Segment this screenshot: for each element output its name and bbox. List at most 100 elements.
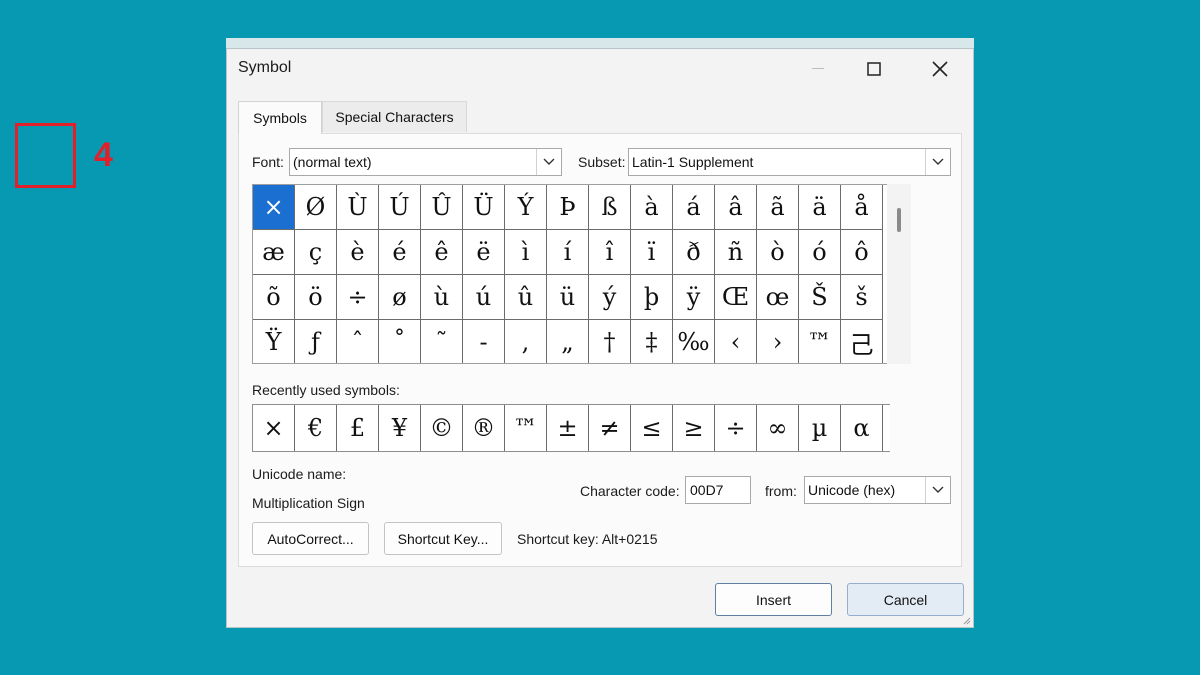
- resize-grip-icon[interactable]: [961, 615, 971, 625]
- recent-symbols: × € £ ¥ © ® ™ ± ≠ ≤ ≥ ÷ ∞ µ α: [252, 404, 890, 452]
- symbol-cell[interactable]: ˚: [379, 320, 421, 363]
- symbol-cell[interactable]: ß: [589, 185, 631, 230]
- symbol-cell[interactable]: Š: [799, 275, 841, 320]
- symbol-cell[interactable]: ×: [253, 185, 295, 230]
- character-code-label: Character code:: [580, 483, 680, 499]
- symbol-cell[interactable]: ñ: [715, 230, 757, 275]
- symbol-cell[interactable]: õ: [253, 275, 295, 320]
- symbol-cell[interactable]: å: [841, 185, 883, 230]
- symbol-cell[interactable]: „: [547, 320, 589, 363]
- tab-symbols[interactable]: Symbols: [238, 101, 322, 134]
- insert-button[interactable]: Insert: [715, 583, 832, 616]
- symbol-cell[interactable]: ‰: [673, 320, 715, 363]
- symbol-cell[interactable]: Ý: [505, 185, 547, 230]
- symbol-cell[interactable]: ƒ: [295, 320, 337, 363]
- symbol-dialog: Symbol Symbols Special Characters Font: …: [226, 48, 974, 628]
- subset-label: Subset:: [578, 154, 626, 170]
- recent-symbol-cell[interactable]: ∞: [757, 405, 799, 451]
- symbol-cell[interactable]: þ: [631, 275, 673, 320]
- symbol-cell[interactable]: Ÿ: [253, 320, 295, 363]
- symbol-cell[interactable]: ã: [757, 185, 799, 230]
- recent-symbol-cell[interactable]: α: [841, 405, 883, 451]
- symbol-cell[interactable]: ô: [841, 230, 883, 275]
- symbol-cell[interactable]: ê: [421, 230, 463, 275]
- recent-symbol-cell[interactable]: ™: [505, 405, 547, 451]
- symbol-cell[interactable]: à: [631, 185, 673, 230]
- symbol-cell[interactable]: ð: [673, 230, 715, 275]
- symbol-cell[interactable]: Ø: [295, 185, 337, 230]
- symbol-cell[interactable]: æ: [253, 230, 295, 275]
- symbol-cell[interactable]: ó: [799, 230, 841, 275]
- symbol-cell[interactable]: œ: [757, 275, 799, 320]
- symbol-cell[interactable]: è: [337, 230, 379, 275]
- symbol-cell[interactable]: ,: [505, 320, 547, 363]
- recent-symbol-cell[interactable]: ×: [253, 405, 295, 451]
- symbol-cell[interactable]: ï: [631, 230, 673, 275]
- symbol-cell[interactable]: ö: [295, 275, 337, 320]
- symbol-grid: × Ø Ù Ú Û Ü Ý Þß à á â ã ä å æ ç è é ê ë ì í î ï ð ñ ò ó ô õ ö ÷ ø ù ú û ü ý þ…: [252, 184, 887, 364]
- symbol-cell[interactable]: ç: [295, 230, 337, 275]
- symbol-cell[interactable]: í: [547, 230, 589, 275]
- symbol-cell[interactable]: Û: [421, 185, 463, 230]
- recent-symbol-cell[interactable]: ±: [547, 405, 589, 451]
- symbol-cell[interactable]: Ü: [463, 185, 505, 230]
- symbol-cell[interactable]: -: [463, 320, 505, 363]
- symbol-cell[interactable]: ù: [421, 275, 463, 320]
- symbol-cell[interactable]: ü: [547, 275, 589, 320]
- character-code-input[interactable]: 00D7: [685, 476, 751, 504]
- symbol-cell[interactable]: ø: [379, 275, 421, 320]
- cancel-button[interactable]: Cancel: [847, 583, 964, 616]
- tab-special-characters[interactable]: Special Characters: [322, 101, 467, 132]
- recent-symbol-cell[interactable]: ≤: [631, 405, 673, 451]
- chevron-down-icon: [536, 149, 561, 175]
- symbol-cell[interactable]: á: [673, 185, 715, 230]
- symbol-cell[interactable]: î: [589, 230, 631, 275]
- minimize-button[interactable]: [795, 52, 841, 86]
- shortcut-key-button[interactable]: Shortcut Key...: [384, 522, 502, 555]
- scrollbar-thumb[interactable]: [897, 208, 901, 232]
- symbol-cell[interactable]: â: [715, 185, 757, 230]
- autocorrect-button[interactable]: AutoCorrect...: [252, 522, 369, 555]
- recent-label: Recently used symbols:: [252, 382, 400, 398]
- recent-symbol-cell[interactable]: ≠: [589, 405, 631, 451]
- symbol-cell[interactable]: ì: [505, 230, 547, 275]
- symbol-cell[interactable]: ›: [757, 320, 799, 363]
- symbol-cell[interactable]: ò: [757, 230, 799, 275]
- symbol-cell[interactable]: Þ: [547, 185, 589, 230]
- symbol-cell[interactable]: ä: [799, 185, 841, 230]
- symbol-cell[interactable]: Ú: [379, 185, 421, 230]
- recent-symbol-cell[interactable]: ÷: [715, 405, 757, 451]
- symbol-cell[interactable]: û: [505, 275, 547, 320]
- symbol-cell[interactable]: ‡: [631, 320, 673, 363]
- symbol-cell[interactable]: ú: [463, 275, 505, 320]
- character-code-value: 00D7: [690, 482, 724, 498]
- recent-symbol-cell[interactable]: ≥: [673, 405, 715, 451]
- recent-symbol-cell[interactable]: ¥: [379, 405, 421, 451]
- maximize-button[interactable]: [851, 52, 897, 86]
- subset-select[interactable]: Latin-1 Supplement: [628, 148, 951, 176]
- symbol-cell[interactable]: Œ: [715, 275, 757, 320]
- symbol-cell[interactable]: š: [841, 275, 883, 320]
- symbol-cell[interactable]: é: [379, 230, 421, 275]
- symbol-cell[interactable]: ë: [463, 230, 505, 275]
- symbol-cell[interactable]: ÿ: [673, 275, 715, 320]
- symbol-cell[interactable]: †: [589, 320, 631, 363]
- recent-symbol-cell[interactable]: £: [337, 405, 379, 451]
- symbol-cell[interactable]: ⼰: [841, 320, 883, 363]
- symbol-cell[interactable]: ™: [799, 320, 841, 363]
- recent-symbol-cell[interactable]: ®: [463, 405, 505, 451]
- symbol-grid-scrollbar[interactable]: [887, 184, 911, 364]
- symbol-cell[interactable]: ý: [589, 275, 631, 320]
- recent-symbol-cell[interactable]: €: [295, 405, 337, 451]
- recent-symbol-cell[interactable]: µ: [799, 405, 841, 451]
- symbol-cell[interactable]: ˜: [421, 320, 463, 363]
- chevron-down-icon: [925, 149, 950, 175]
- recent-symbol-cell[interactable]: ©: [421, 405, 463, 451]
- symbol-cell[interactable]: ˆ: [337, 320, 379, 363]
- font-select[interactable]: (normal text): [289, 148, 562, 176]
- from-select[interactable]: Unicode (hex): [804, 476, 951, 504]
- symbol-cell[interactable]: Ù: [337, 185, 379, 230]
- close-button[interactable]: [917, 52, 963, 86]
- symbol-cell[interactable]: ‹: [715, 320, 757, 363]
- symbol-cell[interactable]: ÷: [337, 275, 379, 320]
